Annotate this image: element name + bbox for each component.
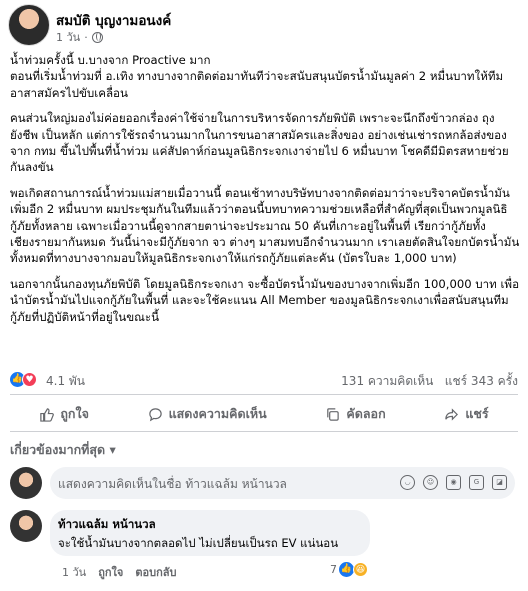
comment-text: จะใช้น้ำมันบางจากตลอดไป ไม่เปลี่ยนเป็นรถ…	[58, 536, 339, 550]
like-reaction-icon: 👍	[339, 562, 354, 577]
comment-reactions[interactable]: 7 👍 😆	[330, 562, 368, 577]
share-icon	[445, 407, 459, 421]
post-body: น้ำท่วมครั้งนี้ บ.บางจาก Proactive มาก ต…	[10, 52, 520, 334]
sticker-icon[interactable]: ◡	[400, 475, 415, 490]
comment-reply-button[interactable]: ตอบกลับ	[135, 563, 176, 581]
comment-count[interactable]: 131 ความคิดเห็น	[341, 374, 433, 388]
gif-icon[interactable]: G	[469, 475, 484, 490]
post-paragraph: น้ำท่วมครั้งนี้ บ.บางจาก Proactive มาก ต…	[10, 53, 504, 100]
globe-icon	[91, 31, 103, 43]
chevron-down-icon: ▾	[109, 442, 116, 457]
divider	[10, 394, 518, 395]
post-header: สมบัติ บุญงามอนงค์ 1 วัน ·	[0, 0, 528, 50]
comment-time[interactable]: 1 วัน	[62, 563, 86, 581]
post-paragraph: นอกจากนั้นกองทุนภัยพิบัติ โดยมูลนิธิกระจ…	[10, 276, 520, 324]
comment-input[interactable]: แสดงความคิดเห็นในชื่อ ท้าวแฉล้ม หน้านวล …	[50, 467, 515, 499]
reaction-icons[interactable]: 👍 ♥	[10, 372, 37, 387]
post-time[interactable]: 1 วัน	[56, 28, 80, 46]
sort-label: เกี่ยวข้องมากที่สุด	[10, 442, 106, 457]
comment-label: แสดงความคิดเห็น	[168, 406, 267, 421]
avatar[interactable]	[8, 4, 50, 46]
post-actions: ถูกใจ แสดงความคิดเห็น คัดลอก แชร์	[10, 401, 518, 427]
emoji-icon[interactable]: ☺	[423, 475, 438, 490]
post-paragraph: พอเกิดสถานการณ์น้ำท่วมแม่สายเมื่อวานนี้ …	[10, 185, 520, 266]
comment-bubble: ท้าวแฉล้ม หน้านวล จะใช้น้ำมันบางจากตลอดไ…	[50, 510, 370, 556]
copy-label: คัดลอก	[346, 406, 386, 421]
reaction-summary: 👍 ♥ 4.1 พัน 131 ความคิดเห็น แชร์ 343 ครั…	[10, 372, 518, 388]
comment-tools: ◡ ☺ ◉ G ◪	[400, 475, 507, 490]
post-meta: 1 วัน ·	[56, 28, 103, 46]
comment-input-placeholder: แสดงความคิดเห็นในชื่อ ท้าวแฉล้ม หน้านวล	[58, 477, 287, 491]
comment-author[interactable]: ท้าวแฉล้ม หน้านวล	[58, 516, 156, 534]
current-user-avatar[interactable]	[10, 467, 42, 499]
comment-icon	[148, 407, 162, 421]
share-count[interactable]: แชร์ 343 ครั้ง	[445, 374, 518, 388]
share-label: แชร์	[465, 406, 489, 421]
share-button[interactable]: แชร์	[444, 401, 489, 427]
sticker-pack-icon[interactable]: ◪	[492, 475, 507, 490]
love-reaction-icon: ♥	[22, 372, 37, 387]
comment-reaction-count: 7	[330, 563, 337, 576]
thumbs-up-icon	[40, 407, 55, 422]
divider	[10, 431, 518, 432]
reaction-count[interactable]: 4.1 พัน	[46, 372, 85, 391]
comment-sort-dropdown[interactable]: เกี่ยวข้องมากที่สุด ▾	[10, 440, 116, 460]
like-button[interactable]: ถูกใจ	[39, 401, 89, 427]
post-paragraph: คนส่วนใหญ่มองไม่ค่อยออกเรื่องค่าใช้จ่ายใ…	[10, 111, 509, 175]
commenter-avatar[interactable]	[10, 510, 42, 542]
comment-like-button[interactable]: ถูกใจ	[98, 563, 123, 581]
copy-icon	[327, 407, 340, 421]
comment-button[interactable]: แสดงความคิดเห็น	[148, 401, 267, 427]
camera-icon[interactable]: ◉	[446, 475, 461, 490]
copy-button[interactable]: คัดลอก	[325, 401, 386, 427]
like-label: ถูกใจ	[60, 406, 89, 421]
comment-share-counts: 131 ความคิดเห็น แชร์ 343 ครั้ง	[341, 372, 518, 391]
haha-reaction-icon: 😆	[353, 562, 368, 577]
comment-meta: 1 วัน ถูกใจ ตอบกลับ	[62, 563, 176, 581]
